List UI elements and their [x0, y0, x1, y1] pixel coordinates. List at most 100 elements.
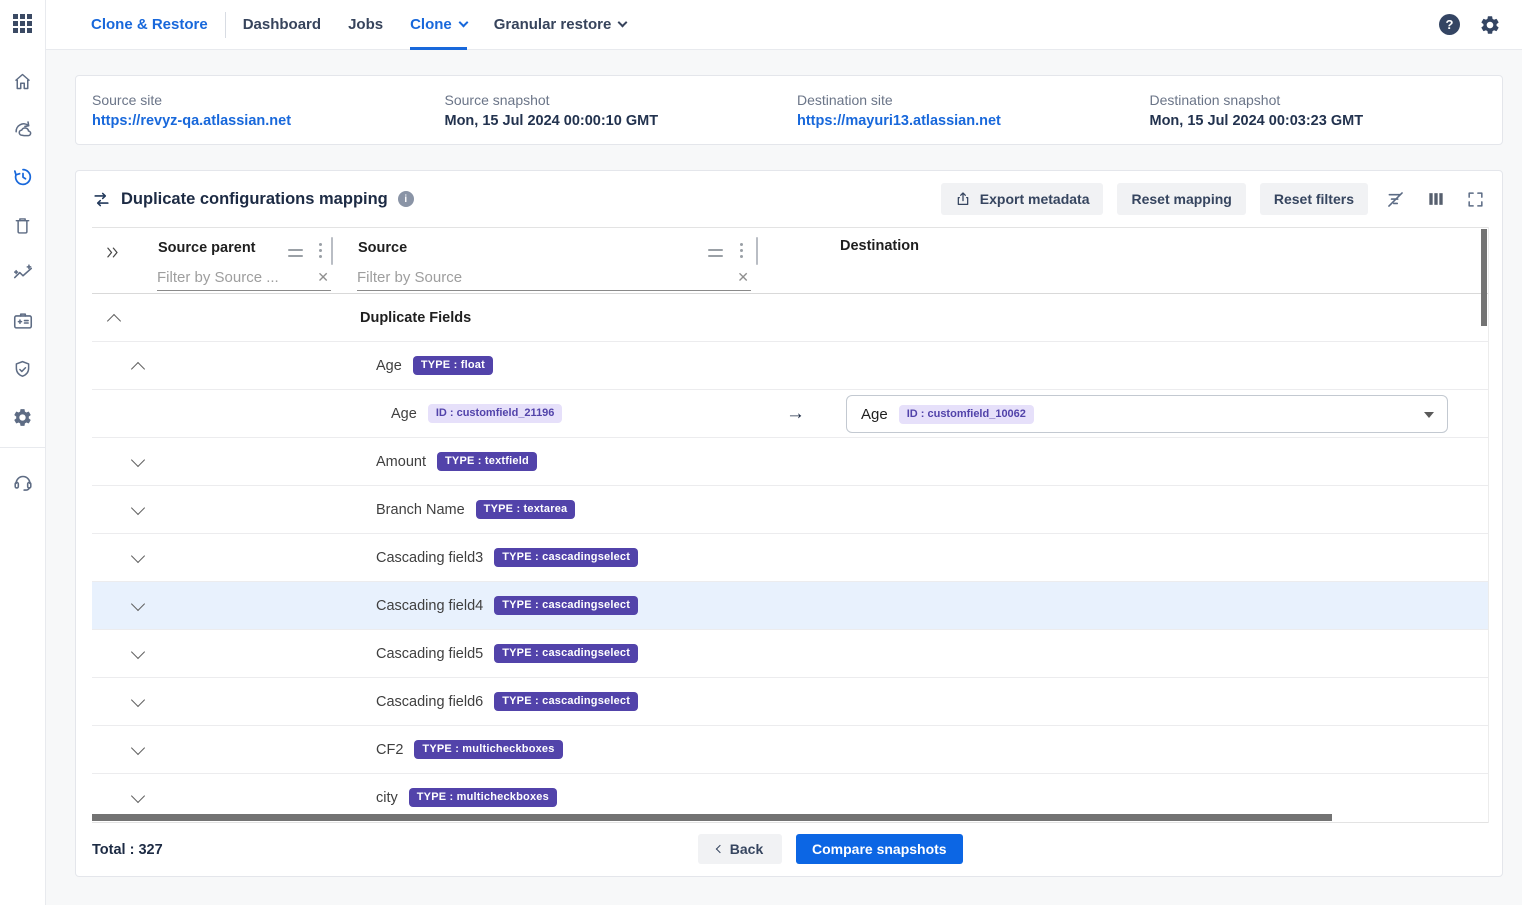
app-title[interactable]: Clone & Restore: [91, 16, 208, 33]
type-badge: TYPE : multicheckboxes: [409, 788, 557, 807]
sidebar-item-security[interactable]: [0, 345, 46, 393]
sidebar-item-templates[interactable]: [0, 297, 46, 345]
nav-item-jobs[interactable]: Jobs: [348, 0, 383, 50]
column-filter-menu-icon[interactable]: [708, 249, 723, 257]
expand-chevron-icon[interactable]: [131, 644, 145, 658]
total-count: Total : 327: [92, 842, 163, 858]
type-badge: TYPE : textfield: [437, 452, 537, 471]
row-content: Cascading field4 TYPE : cascadingselect: [376, 582, 638, 629]
collapse-chevron-icon[interactable]: [107, 313, 121, 327]
row-content: Age ID : customfield_21196: [391, 390, 562, 437]
sidebar-item-restore-history[interactable]: [0, 153, 46, 201]
nav-item-clone[interactable]: Clone: [410, 0, 467, 50]
source-site-link[interactable]: https://revyz-qa.atlassian.net: [92, 113, 445, 129]
sidebar-item-clone[interactable]: [0, 105, 46, 153]
nav-item-granular-restore[interactable]: Granular restore: [494, 0, 627, 50]
app-grid-icon[interactable]: [13, 14, 32, 33]
collapse-chevron-icon[interactable]: [131, 361, 145, 375]
nav-item-dashboard[interactable]: Dashboard: [243, 0, 321, 50]
type-badge: TYPE : cascadingselect: [494, 596, 638, 615]
vertical-scrollbar[interactable]: [1481, 229, 1487, 326]
info-icon[interactable]: i: [398, 191, 414, 207]
reset-mapping-button[interactable]: Reset mapping: [1117, 183, 1245, 215]
sidebar-item-support[interactable]: [0, 458, 46, 506]
horizontal-scrollbar[interactable]: [92, 814, 1332, 821]
column-menu-icon[interactable]: [319, 243, 322, 258]
row-content: CF2TYPE : multicheckboxes: [376, 726, 563, 773]
column-header-destination[interactable]: Destination: [840, 238, 919, 254]
field-row: AgeTYPE : float: [92, 342, 1488, 390]
fullscreen-icon[interactable]: [1463, 187, 1488, 212]
table-body: Duplicate Fields AgeTYPE : float→AgeID : …: [92, 294, 1488, 813]
column-menu-icon[interactable]: [740, 243, 743, 258]
help-icon[interactable]: ?: [1439, 14, 1460, 35]
sidebar-item-settings[interactable]: [0, 393, 46, 441]
horizontal-scrollbar-track: [92, 813, 1488, 823]
sidebar-item-home[interactable]: [0, 57, 46, 105]
filter-off-icon[interactable]: [1382, 186, 1409, 213]
id-card-icon: [12, 310, 34, 332]
compare-snapshots-button[interactable]: Compare snapshots: [796, 834, 963, 864]
column-header-source-parent[interactable]: Source parent: [158, 240, 256, 256]
expand-chevron-icon[interactable]: [131, 500, 145, 514]
columns-icon[interactable]: [1423, 186, 1449, 212]
chevron-down-icon: [618, 18, 628, 28]
source-snapshot-value: Mon, 15 Jul 2024 00:00:10 GMT: [445, 113, 798, 129]
expand-chevron-icon[interactable]: [131, 692, 145, 706]
clear-filter-icon[interactable]: ✕: [731, 269, 751, 286]
source-id-badge: ID : customfield_21196: [428, 404, 563, 423]
source-parent-filter: ✕: [157, 264, 331, 291]
destination-site-link[interactable]: https://mayuri13.atlassian.net: [797, 113, 1150, 129]
group-label: Duplicate Fields: [360, 310, 471, 326]
swap-icon: [92, 190, 111, 209]
type-badge: TYPE : cascadingselect: [494, 692, 638, 711]
source-parent-filter-input[interactable]: [157, 269, 311, 286]
field-row: Cascading field5TYPE : cascadingselect: [92, 630, 1488, 678]
export-metadata-button[interactable]: Export metadata: [941, 183, 1104, 215]
source-filter-input[interactable]: [357, 269, 731, 286]
expand-chevron-icon[interactable]: [131, 788, 145, 802]
destination-snapshot-label: Destination snapshot: [1150, 92, 1503, 108]
destination-field-label: Age: [861, 406, 888, 423]
type-badge: TYPE : multicheckboxes: [414, 740, 562, 759]
row-content: AgeTYPE : float: [376, 342, 493, 389]
expand-chevron-icon[interactable]: [131, 596, 145, 610]
row-content: Cascading field5TYPE : cascadingselect: [376, 630, 638, 677]
column-header-source[interactable]: Source: [358, 240, 407, 256]
column-filter-menu-icon[interactable]: [288, 249, 303, 257]
expand-all-icon[interactable]: [105, 245, 121, 260]
expand-chevron-icon[interactable]: [131, 548, 145, 562]
expand-chevron-icon[interactable]: [131, 740, 145, 754]
trash-icon: [12, 215, 33, 236]
mapping-table: Source parent ✕ Source ✕: [92, 227, 1489, 823]
panel-header: Duplicate configurations mapping i Expor…: [76, 171, 1502, 227]
source-snapshot-label: Source snapshot: [445, 92, 798, 108]
reset-filters-button[interactable]: Reset filters: [1260, 183, 1368, 215]
sidebar-item-trash[interactable]: [0, 201, 46, 249]
field-label: Age: [376, 358, 402, 374]
settings-gear-icon[interactable]: [1479, 14, 1501, 36]
mapping-row: →AgeID : customfield_10062AgeID : custom…: [92, 390, 1488, 438]
column-resize-handle[interactable]: [331, 237, 333, 265]
sidebar-item-analytics[interactable]: [0, 249, 46, 297]
column-resize-handle[interactable]: [756, 237, 758, 265]
settings-icon: [12, 407, 33, 428]
field-row: city TYPE : multicheckboxes: [92, 774, 1488, 813]
source-site-label: Source site: [92, 92, 445, 108]
expand-chevron-icon[interactable]: [131, 452, 145, 466]
field-label: Cascading field3: [376, 550, 483, 566]
destination-site-label: Destination site: [797, 92, 1150, 108]
mapping-panel: Duplicate configurations mapping i Expor…: [75, 170, 1503, 877]
export-icon: [955, 191, 971, 207]
source-snapshot-block: Source snapshot Mon, 15 Jul 2024 00:00:1…: [445, 92, 798, 129]
field-label: Cascading field4: [376, 598, 483, 614]
row-content: AmountTYPE : textfield: [376, 438, 537, 485]
source-field-label: Age: [391, 406, 417, 422]
panel-footer: Total : 327 Back Compare snapshots: [76, 823, 1502, 876]
destination-select[interactable]: AgeID : customfield_10062: [846, 395, 1448, 433]
clear-filter-icon[interactable]: ✕: [311, 269, 331, 286]
type-badge: TYPE : cascadingselect: [494, 548, 638, 567]
back-button[interactable]: Back: [698, 834, 782, 864]
field-label: city: [376, 790, 398, 806]
history-icon: [12, 166, 34, 188]
